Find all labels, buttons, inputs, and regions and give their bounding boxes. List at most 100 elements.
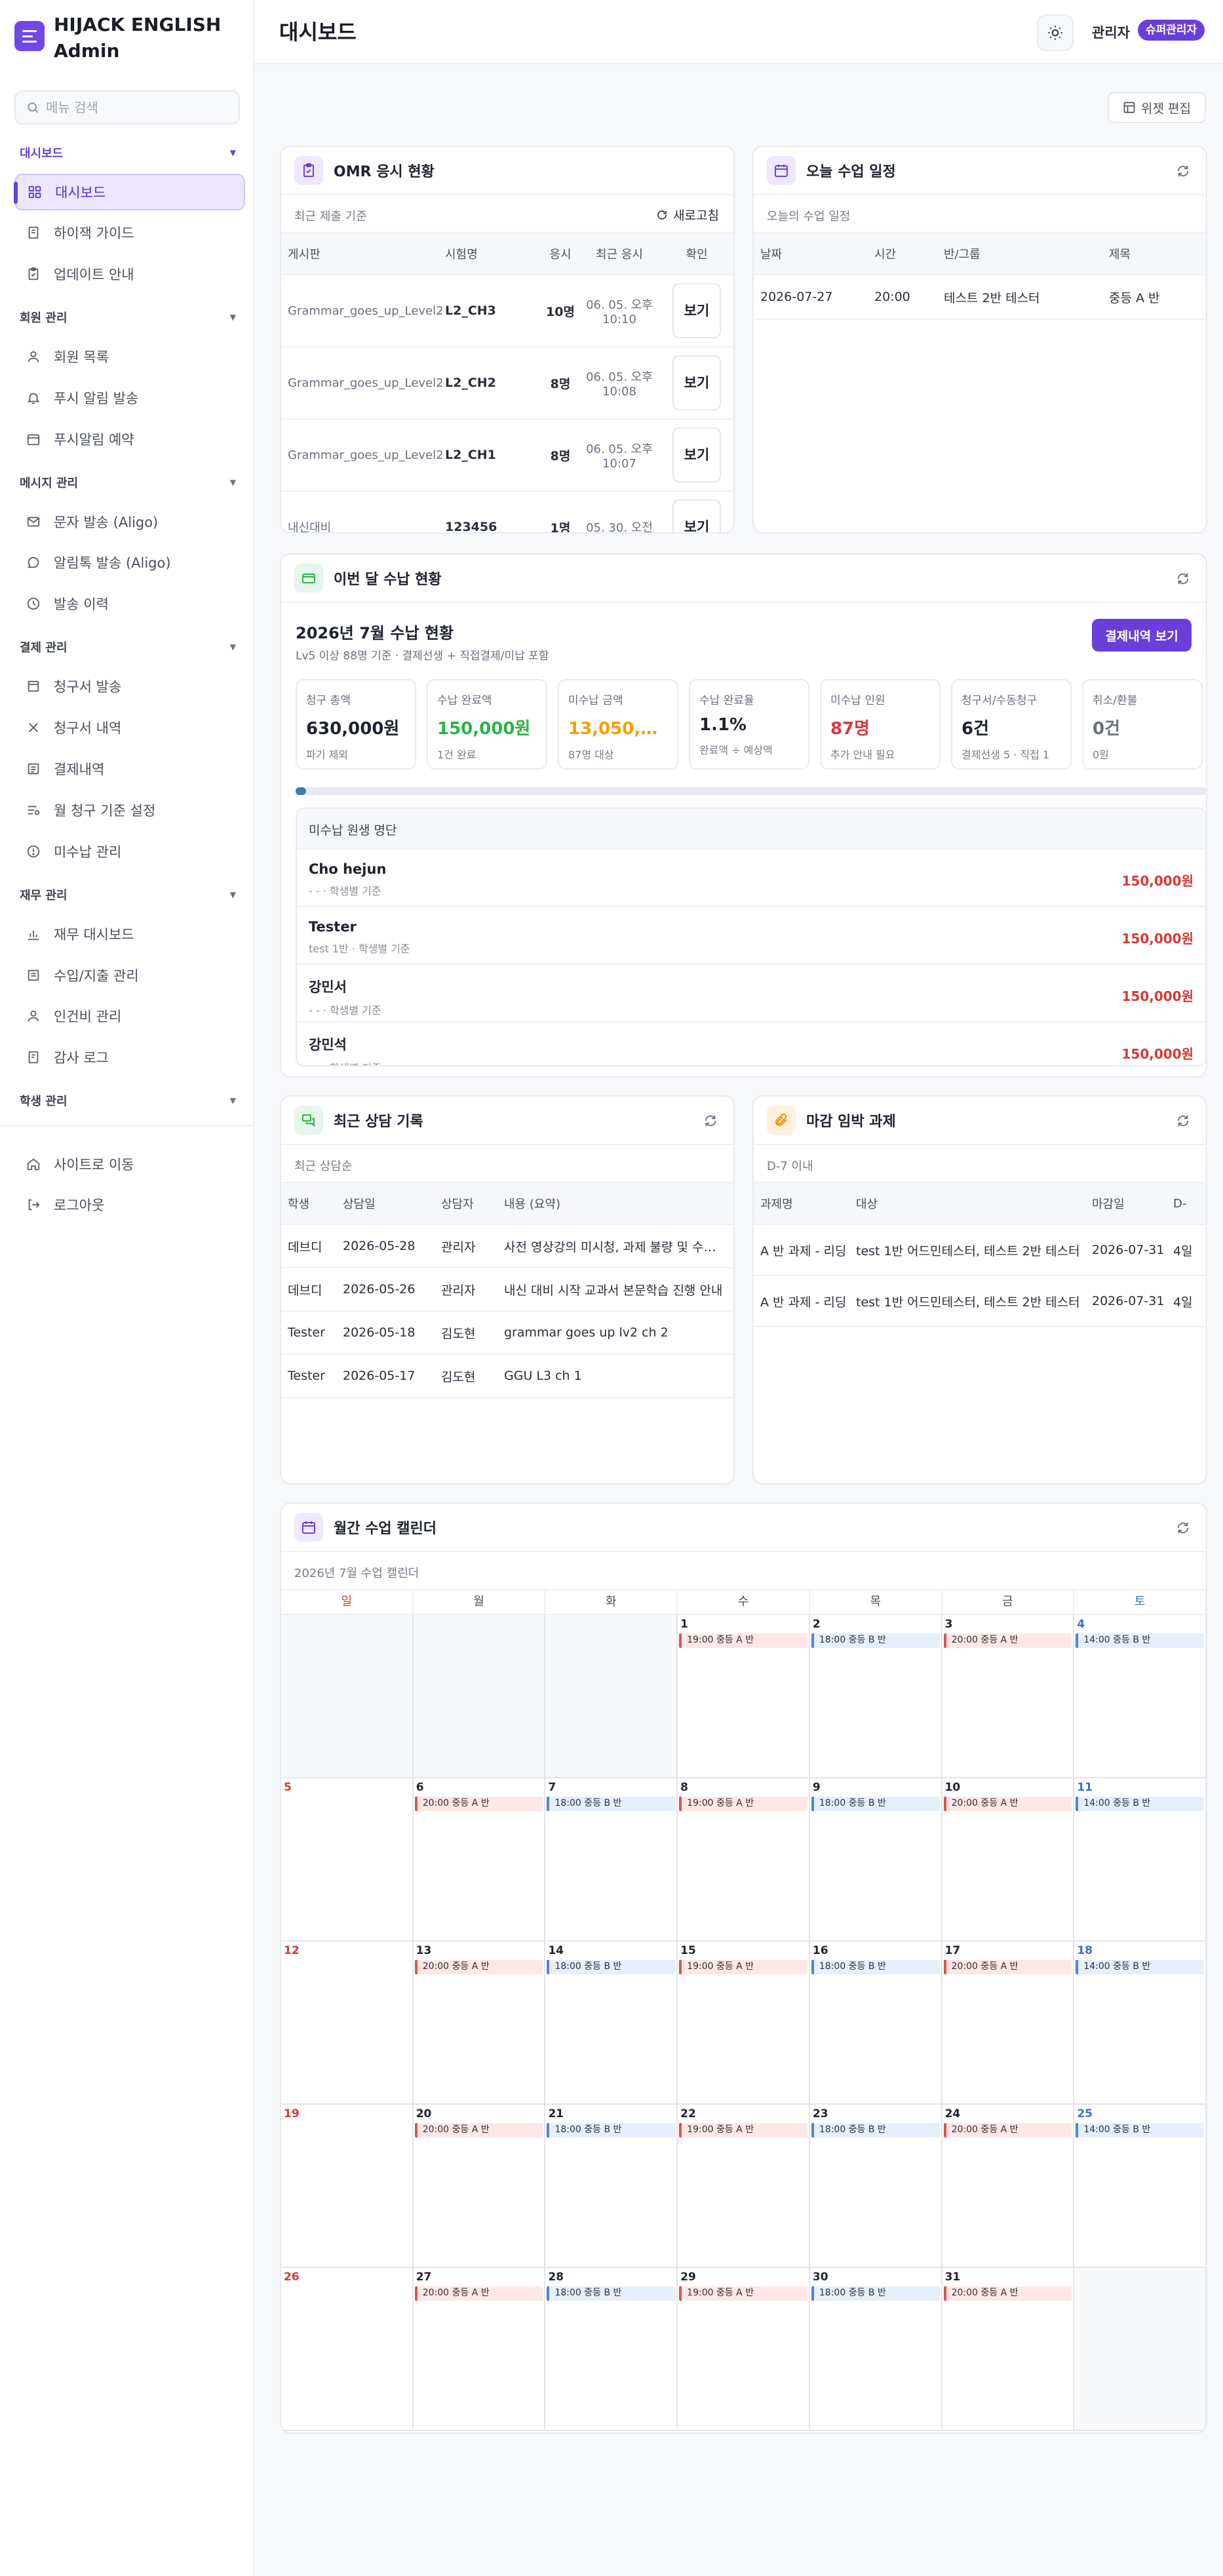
- calendar-event[interactable]: 20:00 중등 A 반: [414, 1960, 543, 1974]
- sidebar-item-payroll[interactable]: 인건비 관리: [14, 998, 245, 1034]
- calendar-day[interactable]: 9 18:00 중등 B 반: [810, 1778, 942, 1940]
- calendar-event[interactable]: 19:00 중등 A 반: [679, 1797, 807, 1811]
- calendar-event[interactable]: 18:00 중등 B 반: [811, 2123, 940, 2137]
- sidebar-item-send-history[interactable]: 발송 이력: [14, 585, 245, 622]
- brand[interactable]: HIJACK ENGLISH Admin: [14, 12, 250, 68]
- sidebar-item-push-schedule[interactable]: 푸시알림 예약: [14, 421, 245, 458]
- list-item[interactable]: 강민석 - - · 학생별 기준150,000원: [297, 1023, 1205, 1065]
- calendar-day[interactable]: 20 20:00 중등 A 반: [414, 2105, 546, 2267]
- sidebar-item-go-site[interactable]: 사이트로 이동: [14, 1146, 245, 1182]
- sidebar-item-dashboard[interactable]: 대시보드: [14, 174, 245, 210]
- omr-view-button[interactable]: 보기: [672, 355, 721, 410]
- sidebar-item-finance-dashboard[interactable]: 재무 대시보드: [14, 916, 245, 952]
- calendar-day[interactable]: 1 19:00 중등 A 반: [678, 1615, 810, 1777]
- calendar-event[interactable]: 20:00 중등 A 반: [414, 1797, 543, 1811]
- calendar-event[interactable]: 18:00 중등 B 반: [811, 1960, 940, 1974]
- calendar-day[interactable]: 30 18:00 중등 B 반: [810, 2268, 942, 2430]
- sidebar-item-push-send[interactable]: 푸시 알림 발송: [14, 380, 245, 416]
- sidebar-item-audit-log[interactable]: 감사 로그: [14, 1039, 245, 1076]
- calendar-day[interactable]: 14 18:00 중등 B 반: [545, 1942, 678, 2103]
- calendar-day[interactable]: 11 14:00 중등 B 반: [1074, 1778, 1206, 1940]
- calendar-event[interactable]: 20:00 중등 A 반: [943, 1633, 1072, 1648]
- sidebar-item-updates[interactable]: 업데이트 안내: [14, 256, 245, 292]
- calendar-event[interactable]: 14:00 중등 B 반: [1076, 1797, 1205, 1811]
- sidebar-item-unpaid[interactable]: 미수납 관리: [14, 833, 245, 870]
- calendar-day[interactable]: 26: [281, 2268, 414, 2430]
- calendar-event[interactable]: 18:00 중등 B 반: [811, 1797, 940, 1811]
- section-dashboard[interactable]: 대시보드 ▼: [20, 143, 236, 163]
- calendar-day[interactable]: 2 18:00 중등 B 반: [810, 1615, 942, 1777]
- sidebar-item-invoice-history[interactable]: 청구서 내역: [14, 709, 245, 746]
- theme-toggle-button[interactable]: [1037, 14, 1074, 51]
- omr-view-button[interactable]: 보기: [672, 427, 721, 482]
- calendar-day[interactable]: 15 19:00 중등 A 반: [678, 1942, 810, 2103]
- section-members[interactable]: 회원 관리 ▼: [20, 307, 236, 327]
- calendar-event[interactable]: 18:00 중등 B 반: [811, 1633, 940, 1648]
- calendar-event[interactable]: 20:00 중등 A 반: [414, 2123, 543, 2137]
- calendar-event[interactable]: 19:00 중등 A 반: [679, 2123, 807, 2137]
- calendar-event[interactable]: 20:00 중등 A 반: [943, 1960, 1072, 1974]
- refresh-icon[interactable]: [1176, 1521, 1190, 1535]
- calendar-day[interactable]: 8 19:00 중등 A 반: [678, 1778, 810, 1940]
- widget-edit-button[interactable]: 위젯 편집: [1108, 92, 1206, 123]
- calendar-event[interactable]: 18:00 중등 B 반: [547, 2286, 676, 2301]
- omr-view-button[interactable]: 보기: [672, 499, 721, 532]
- unpaid-list[interactable]: 미수납 원생 명단 Cho hejun - - · 학생별 기준 150,000원 …: [296, 808, 1206, 1066]
- table-row[interactable]: 2026-07-27 20:00 테스트 2반 테스터 중등 A 반: [754, 275, 1206, 320]
- calendar-event[interactable]: 20:00 중등 A 반: [414, 2286, 543, 2301]
- section-students[interactable]: 학생 관리 ▼: [20, 1091, 236, 1110]
- section-billing[interactable]: 결제 관리 ▼: [20, 637, 236, 657]
- calendar-event[interactable]: 19:00 중등 A 반: [679, 1960, 807, 1974]
- calendar-event[interactable]: 18:00 중등 B 반: [547, 1797, 676, 1811]
- list-item[interactable]: Cho hejun - - · 학생별 기준 150,000원: [297, 849, 1205, 907]
- menu-icon[interactable]: [14, 21, 45, 51]
- calendar-day[interactable]: 31 20:00 중등 A 반: [942, 2268, 1075, 2430]
- calendar-event[interactable]: 14:00 중등 B 반: [1076, 1633, 1205, 1648]
- calendar-day[interactable]: 25 14:00 중등 B 반: [1074, 2105, 1206, 2267]
- sidebar-item-income-expense[interactable]: 수입/지출 관리: [14, 957, 245, 994]
- calendar-day[interactable]: 10 20:00 중등 A 반: [942, 1778, 1075, 1940]
- calendar-day[interactable]: 23 18:00 중등 B 반: [810, 2105, 942, 2267]
- omr-view-button[interactable]: 보기: [672, 283, 721, 338]
- sidebar-item-sms[interactable]: 문자 발송 (Aligo): [14, 503, 245, 540]
- sidebar-item-payment-history[interactable]: 결제내역: [14, 751, 245, 787]
- calendar-day[interactable]: 7 18:00 중등 B 반: [545, 1778, 678, 1940]
- payment-history-button[interactable]: 결제내역 보기: [1092, 619, 1192, 652]
- calendar-day[interactable]: 5: [281, 1778, 414, 1940]
- calendar-day[interactable]: 3 20:00 중등 A 반: [942, 1615, 1075, 1777]
- list-item[interactable]: 강민서 - - · 학생별 기준 150,000원: [297, 965, 1205, 1023]
- calendar-day[interactable]: 16 18:00 중등 B 반: [810, 1942, 942, 2103]
- calendar-day[interactable]: 12: [281, 1942, 414, 2103]
- refresh-icon[interactable]: [1176, 164, 1190, 178]
- omr-refresh-button[interactable]: 새로고침: [656, 206, 719, 224]
- calendar-day[interactable]: 24 20:00 중등 A 반: [942, 2105, 1075, 2267]
- calendar-event[interactable]: 14:00 중등 B 반: [1076, 2123, 1205, 2137]
- refresh-icon[interactable]: [703, 1114, 718, 1128]
- calendar-day[interactable]: 29 19:00 중등 A 반: [678, 2268, 810, 2430]
- calendar-day[interactable]: 6 20:00 중등 A 반: [414, 1778, 546, 1940]
- sidebar-item-alimtalk[interactable]: 알림톡 발송 (Aligo): [14, 544, 245, 581]
- section-messages[interactable]: 메시지 관리 ▼: [20, 473, 236, 492]
- search-input[interactable]: [46, 100, 229, 115]
- sidebar-item-logout[interactable]: 로그아웃: [14, 1186, 245, 1223]
- calendar-day[interactable]: 27 20:00 중등 A 반: [414, 2268, 546, 2430]
- sidebar-item-invoice-send[interactable]: 청구서 발송: [14, 668, 245, 705]
- table-row[interactable]: Tester 2026-05-17 김도현 GGU L3 ch 1: [281, 1354, 733, 1398]
- sidebar-item-guide[interactable]: 하이잭 가이드: [14, 214, 245, 251]
- refresh-icon[interactable]: [1176, 1114, 1190, 1128]
- calendar-event[interactable]: 18:00 중등 B 반: [547, 2123, 676, 2137]
- list-item[interactable]: Tester test 1반 · 학생별 기준 150,000원: [297, 907, 1205, 965]
- table-row[interactable]: 데브디 2026-05-28 관리자 사전 영상강의 미시청, 과제 불량 및 수업 …: [281, 1224, 733, 1268]
- calendar-day[interactable]: 18 14:00 중등 B 반: [1074, 1942, 1206, 2103]
- calendar-day[interactable]: 13 20:00 중등 A 반: [414, 1942, 546, 2103]
- table-row[interactable]: A 반 과제 - 리딩 test 1반 어드민테스터, 테스트 2반 테스터 202…: [754, 1276, 1206, 1327]
- calendar-event[interactable]: 20:00 중등 A 반: [943, 2123, 1072, 2137]
- section-finance[interactable]: 재무 관리 ▼: [20, 885, 236, 905]
- calendar-event[interactable]: 18:00 중등 B 반: [547, 1960, 676, 1974]
- calendar-day[interactable]: 17 20:00 중등 A 반: [942, 1942, 1075, 2103]
- calendar-event[interactable]: 18:00 중등 B 반: [811, 2286, 940, 2301]
- table-row[interactable]: Tester 2026-05-18 김도현 grammar goes up lv2 c…: [281, 1311, 733, 1355]
- calendar-day[interactable]: 22 19:00 중등 A 반: [678, 2105, 810, 2267]
- calendar-event[interactable]: 20:00 중등 A 반: [943, 1797, 1072, 1811]
- calendar-day[interactable]: 28 18:00 중등 B 반: [545, 2268, 678, 2430]
